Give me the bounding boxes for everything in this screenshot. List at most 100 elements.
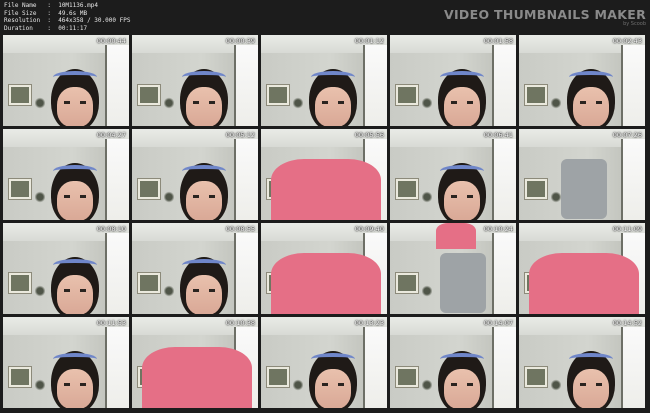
- thumbnail-subject-kid-face: [315, 87, 351, 126]
- video-thumbnail[interactable]: 00:09:40: [261, 223, 387, 314]
- thumbnail-scene-picture: [138, 179, 160, 199]
- thumbnail-subject-headband: [182, 165, 226, 177]
- file-size-value: 49.6s MB: [58, 9, 88, 17]
- thumbnail-timestamp: 00:02:43: [612, 37, 642, 45]
- thumbnail-scene-picture: [9, 367, 31, 387]
- thumbnail-subject-kid-face: [444, 181, 480, 220]
- thumbnail-timestamp: 00:05:56: [354, 131, 384, 139]
- thumbnail-scene-window: [105, 233, 129, 314]
- thumbnail-scene-window: [234, 233, 258, 314]
- video-thumbnail[interactable]: 00:01:58: [390, 35, 516, 126]
- thumbnail-scene-window: [105, 327, 129, 408]
- duration-label: Duration: [4, 24, 33, 32]
- video-thumbnail[interactable]: 00:02:43: [519, 35, 645, 126]
- thumbnail-scene-plant: [422, 285, 432, 297]
- thumbnail-subject-kid-face: [573, 87, 609, 126]
- video-thumbnail[interactable]: 00:00:44: [3, 35, 129, 126]
- resolution-value: 464x358 / 30.000 FPS: [58, 17, 131, 25]
- brand-watermark: VIDEO THUMBNAILS MAKER by Scoob: [444, 7, 646, 27]
- video-thumbnail[interactable]: 00:08:55: [132, 223, 258, 314]
- thumbnail-subject-eyes: [64, 289, 86, 292]
- thumbnail-timestamp: 00:01:12: [354, 37, 384, 45]
- resolution-label: Resolution: [4, 17, 41, 25]
- thumbnail-subject-headband: [182, 259, 226, 271]
- thumbnail-timestamp: 00:09:40: [354, 225, 384, 233]
- thumbnail-subject-shirt: [436, 223, 476, 249]
- thumbnail-subject-eyes: [64, 195, 86, 198]
- thumbnail-scene-picture: [396, 179, 418, 199]
- duration-value: 00:11:17: [58, 24, 88, 32]
- thumbnail-scene-plant: [422, 191, 432, 203]
- thumbnail-timestamp: 00:01:58: [483, 37, 513, 45]
- video-thumbnail[interactable]: 00:11:09: [519, 223, 645, 314]
- thumbnail-scene-window: [621, 45, 645, 126]
- thumbnail-subject-headband: [311, 353, 355, 365]
- thumbnail-subject-eyes: [580, 101, 602, 104]
- video-thumbnail[interactable]: 00:06:41: [390, 129, 516, 220]
- thumbnail-scene-picture: [396, 273, 418, 293]
- info-header: File Name : 10M1136.mp4 File Size : 49.6…: [0, 0, 650, 34]
- thumbnail-subject-shirt: [271, 159, 381, 220]
- video-thumbnail[interactable]: 00:11:53: [3, 317, 129, 408]
- thumbnail-scene-plant: [293, 379, 303, 391]
- video-thumbnail[interactable]: 00:05:56: [261, 129, 387, 220]
- thumbnail-subject-kid-face: [57, 369, 93, 408]
- thumbnail-scene-picture: [525, 179, 547, 199]
- thumbnail-subject-shirt: [271, 253, 381, 314]
- thumbnail-scene-window: [234, 139, 258, 220]
- thumbnail-scene-plant: [293, 97, 303, 109]
- thumbnail-subject-eyes: [193, 195, 215, 198]
- thumbnail-scene-picture: [396, 367, 418, 387]
- video-thumbnail[interactable]: 00:00:39: [132, 35, 258, 126]
- thumbnail-scene-picture: [267, 367, 289, 387]
- video-thumbnail[interactable]: 00:14:52: [519, 317, 645, 408]
- thumbnail-subject-shirt: [529, 253, 639, 314]
- video-thumbnail[interactable]: 00:10:24: [390, 223, 516, 314]
- thumbnail-scene-picture: [525, 367, 547, 387]
- file-name-label: File Name: [4, 2, 37, 9]
- thumbnail-subject-kid-face: [57, 181, 93, 220]
- thumbnail-scene-plant: [422, 379, 432, 391]
- thumbnail-subject-kid-face: [573, 369, 609, 408]
- thumbnail-subject-headband: [440, 353, 484, 365]
- thumbnail-scene-picture: [9, 273, 31, 293]
- thumbnail-scene-plant: [35, 97, 45, 109]
- thumbnail-subject-eyes: [580, 383, 602, 386]
- thumbnail-subject-eyes: [64, 383, 86, 386]
- thumbnail-subject-eyes: [322, 383, 344, 386]
- thumbnail-scene-window: [105, 45, 129, 126]
- thumbnail-scene-window: [363, 45, 387, 126]
- thumbnail-scene-picture: [138, 273, 160, 293]
- thumbnail-scene-plant: [551, 379, 561, 391]
- thumbnail-scene-picture: [267, 85, 289, 105]
- thumbnail-subject-headband: [182, 71, 226, 83]
- thumbnail-subject-shirt: [142, 347, 252, 408]
- thumbnail-subject-headband: [53, 353, 97, 365]
- video-thumbnail[interactable]: 00:13:23: [261, 317, 387, 408]
- thumbnail-scene-window: [105, 139, 129, 220]
- thumbnail-timestamp: 00:05:12: [225, 131, 255, 139]
- thumbnail-subject-headband: [53, 259, 97, 271]
- thumbnail-timestamp: 00:10:24: [483, 225, 513, 233]
- file-size-label: File Size: [4, 9, 37, 17]
- thumbnail-subject-kid-face: [186, 275, 222, 314]
- video-thumbnail[interactable]: 00:07:26: [519, 129, 645, 220]
- thumbnail-timestamp: 00:11:09: [612, 225, 642, 233]
- thumbnail-subject-kid-face: [444, 87, 480, 126]
- thumbnail-subject-eyes: [451, 101, 473, 104]
- video-thumbnail[interactable]: 00:08:10: [3, 223, 129, 314]
- video-thumbnail[interactable]: 00:14:07: [390, 317, 516, 408]
- video-thumbnail[interactable]: 00:04:27: [3, 129, 129, 220]
- video-thumbnail[interactable]: 00:10:38: [132, 317, 258, 408]
- thumbnail-subject-headband: [311, 71, 355, 83]
- thumbnail-subject-kid-face: [315, 369, 351, 408]
- thumbnail-subject-shorts: [440, 253, 486, 313]
- thumbnail-scene-plant: [551, 97, 561, 109]
- video-thumbnail[interactable]: 00:01:12: [261, 35, 387, 126]
- thumbnail-timestamp: 00:14:52: [612, 319, 642, 327]
- video-thumbnail[interactable]: 00:05:12: [132, 129, 258, 220]
- thumbnail-subject-kid-face: [186, 87, 222, 126]
- thumbnail-timestamp: 00:08:55: [225, 225, 255, 233]
- thumbnail-scene-plant: [164, 97, 174, 109]
- thumbnail-grid: 00:00:44 00:00:39 00:01:12 00:01:58 00:02:43…: [3, 35, 647, 411]
